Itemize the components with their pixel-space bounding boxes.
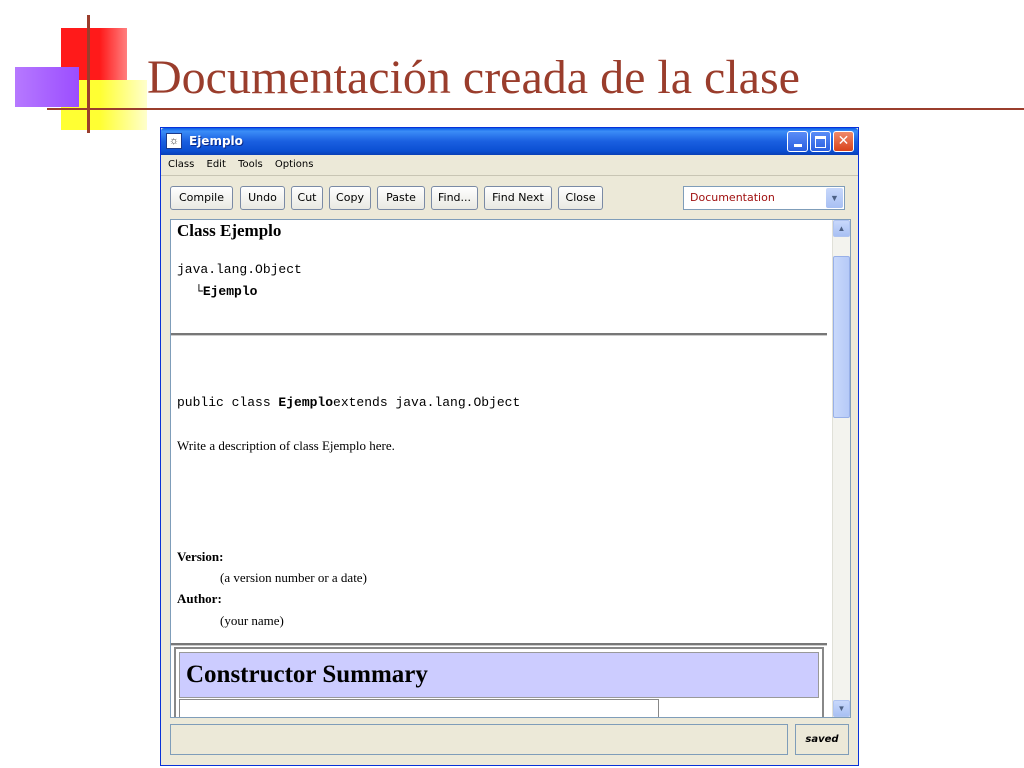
menu-class[interactable]: Class <box>168 155 194 175</box>
scrollbar-thumb[interactable] <box>833 256 850 418</box>
vertical-scrollbar[interactable]: ▲ ▼ <box>832 220 850 717</box>
table-row <box>179 699 659 717</box>
constructor-summary-title: Constructor Summary <box>186 661 428 688</box>
close-button[interactable]: Close <box>558 186 603 210</box>
slide-title: Documentación creada de la clase <box>147 51 800 104</box>
close-icon: ✕ <box>837 133 850 149</box>
undo-button[interactable]: Undo <box>240 186 285 210</box>
class-description: Write a description of class Ejemplo her… <box>177 438 395 453</box>
slide-decoration-horizontal-line <box>47 108 1024 110</box>
status-bar: saved <box>170 724 849 755</box>
version-label: Version: <box>177 549 224 564</box>
paste-button[interactable]: Paste <box>377 186 425 210</box>
maximize-button[interactable] <box>810 131 831 152</box>
class-heading: Class Ejemplo <box>177 221 282 240</box>
slide-decoration-purple-fade <box>15 67 79 107</box>
chevron-down-icon[interactable]: ▼ <box>826 188 843 208</box>
chevron-down-icon: ▼ <box>837 704 846 713</box>
view-select[interactable]: Documentation ▼ <box>683 186 845 210</box>
minimize-button[interactable] <box>787 131 808 152</box>
window-titlebar[interactable]: ☼ Ejemplo ✕ <box>161 128 858 155</box>
window-title: Ejemplo <box>189 134 243 148</box>
divider <box>171 643 827 646</box>
class-declaration: public class Ejemploextends java.lang.Ob… <box>177 395 520 410</box>
bluej-bird-icon: ☼ <box>166 133 182 149</box>
view-select-value: Documentation <box>690 191 775 204</box>
menu-edit[interactable]: Edit <box>207 155 226 175</box>
slide-decoration-red-fade <box>100 28 127 86</box>
hierarchy-root: java.lang.Object <box>177 262 302 277</box>
status-message <box>170 724 788 755</box>
chevron-up-icon: ▲ <box>837 224 846 233</box>
find-next-button[interactable]: Find Next <box>484 186 552 210</box>
declaration-name: Ejemplo <box>278 395 334 410</box>
constructor-summary-table: Constructor Summary <box>174 647 824 717</box>
author-value: (your name) <box>220 613 284 628</box>
close-window-button[interactable]: ✕ <box>833 131 854 152</box>
declaration-suffix: extends java.lang.Object <box>333 395 521 410</box>
compile-button[interactable]: Compile <box>170 186 233 210</box>
slide-decoration-yellow-fade <box>100 80 147 130</box>
scroll-up-button[interactable]: ▲ <box>833 220 850 237</box>
saved-indicator: saved <box>795 724 849 755</box>
toolbar: Compile Undo Cut Copy Paste Find... Find… <box>161 186 858 212</box>
constructor-summary-header: Constructor Summary <box>179 652 819 698</box>
author-label: Author: <box>177 591 222 606</box>
hierarchy-child: Ejemplo <box>202 284 258 299</box>
version-value: (a version number or a date) <box>220 570 367 585</box>
hierarchy-child-line: └Ejemplo <box>195 284 257 299</box>
menu-options[interactable]: Options <box>275 155 314 175</box>
divider <box>171 333 827 336</box>
editor-window: ☼ Ejemplo ✕ Class Edit Tools Options Com… <box>160 127 859 766</box>
slide-decoration-vertical-line <box>87 15 90 133</box>
find-button[interactable]: Find... <box>431 186 478 210</box>
cut-button[interactable]: Cut <box>291 186 323 210</box>
documentation-pane[interactable]: Class Ejemplo java.lang.Object └Ejemplo … <box>170 219 851 718</box>
menu-tools[interactable]: Tools <box>238 155 263 175</box>
maximize-icon <box>815 136 826 148</box>
menu-bar: Class Edit Tools Options <box>161 155 858 176</box>
declaration-prefix: public class <box>177 395 279 410</box>
copy-button[interactable]: Copy <box>329 186 371 210</box>
hierarchy-branch: └ <box>195 284 203 299</box>
scroll-down-button[interactable]: ▼ <box>833 700 850 717</box>
minimize-icon <box>793 144 802 147</box>
